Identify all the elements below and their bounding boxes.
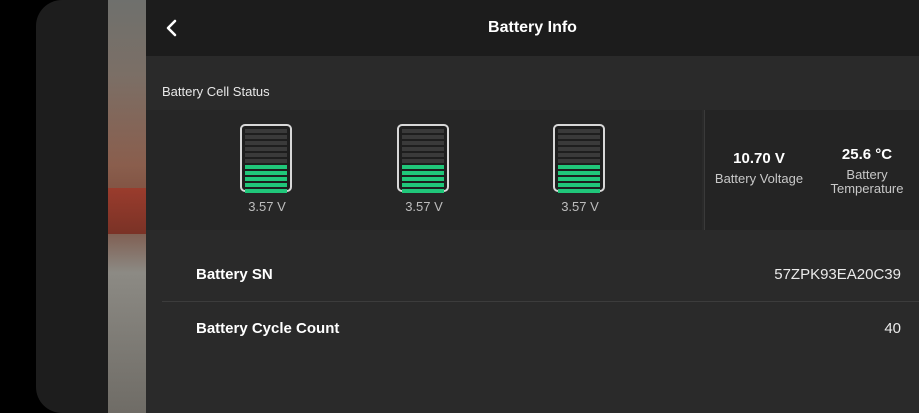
cell-level-bar	[402, 153, 444, 157]
battery-cell-icon	[553, 124, 605, 193]
cell-level-bar	[245, 159, 287, 163]
device-bezel	[0, 0, 36, 413]
cell-level-bar	[402, 141, 444, 145]
battery-cycle-row: Battery Cycle Count 40	[162, 302, 919, 356]
battery-temperature: 25.6 °C Battery Temperature	[821, 146, 913, 196]
cell-level-bar	[245, 177, 287, 181]
cell-level-bar	[558, 153, 600, 157]
cell-level-bar	[245, 141, 287, 145]
battery-cell-icon	[240, 124, 292, 193]
battery-sn-label: Battery SN	[196, 266, 273, 283]
cell-level-bar	[402, 177, 444, 181]
temperature-label-line2: Temperature	[830, 181, 904, 196]
cell-level-bar	[245, 129, 287, 133]
cell-level-bar	[558, 171, 600, 175]
battery-cycle-value: 40	[884, 320, 901, 337]
cell-level-bar	[245, 171, 287, 175]
battery-cell-icon	[397, 124, 449, 193]
cell-level-bar	[245, 153, 287, 157]
cell-level-bar	[558, 189, 600, 193]
cell-voltage: 3.57 V	[248, 199, 286, 214]
cell-level-bar	[402, 165, 444, 169]
battery-cycle-label: Battery Cycle Count	[196, 320, 340, 337]
cell-level-bar	[558, 159, 600, 163]
cell-level-bar	[558, 165, 600, 169]
camera-preview	[108, 0, 146, 413]
section-label: Battery Cell Status	[162, 84, 270, 99]
cell-level-bar	[402, 147, 444, 151]
battery-temperature-label: Battery Temperature	[821, 168, 913, 196]
cell-voltage: 3.57 V	[561, 199, 599, 214]
cell-level-bar	[402, 129, 444, 133]
cell-level-bar	[245, 135, 287, 139]
cell-status-area: 3.57 V 3.57 V 3.57 V	[146, 110, 702, 230]
cell-level-bar	[558, 177, 600, 181]
cell-level-bar	[402, 189, 444, 193]
battery-sn-row: Battery SN 57ZPK93EA20C39	[162, 248, 919, 302]
side-panel	[36, 0, 110, 413]
battery-cell-1: 3.57 V	[240, 124, 294, 214]
cell-level-bar	[558, 183, 600, 187]
cell-level-bar	[558, 147, 600, 151]
cell-level-bar	[245, 165, 287, 169]
header-bar: Battery Info	[146, 0, 919, 56]
cell-level-bar	[245, 189, 287, 193]
battery-voltage: 10.70 V Battery Voltage	[709, 150, 809, 186]
cell-level-bar	[245, 147, 287, 151]
battery-info-panel: Battery Info Battery Cell Status 3.57 V …	[146, 0, 919, 413]
page-title: Battery Info	[488, 19, 577, 36]
cell-voltage: 3.57 V	[405, 199, 443, 214]
cell-level-bar	[402, 183, 444, 187]
cell-level-bar	[558, 141, 600, 145]
temperature-label-line1: Battery	[846, 167, 888, 182]
cell-level-bar	[558, 129, 600, 133]
battery-cell-3: 3.57 V	[553, 124, 607, 214]
battery-voltage-value: 10.70 V	[733, 150, 785, 167]
battery-vitals: 10.70 V Battery Voltage 25.6 °C Battery …	[704, 110, 919, 230]
cell-level-bar	[402, 135, 444, 139]
battery-cell-2: 3.57 V	[397, 124, 451, 214]
cell-level-bar	[402, 171, 444, 175]
cell-level-bar	[402, 159, 444, 163]
battery-temperature-value: 25.6 °C	[841, 146, 893, 163]
cell-level-bar	[245, 183, 287, 187]
battery-sn-value: 57ZPK93EA20C39	[774, 266, 901, 283]
battery-voltage-label: Battery Voltage	[714, 171, 804, 186]
cell-level-bar	[558, 135, 600, 139]
